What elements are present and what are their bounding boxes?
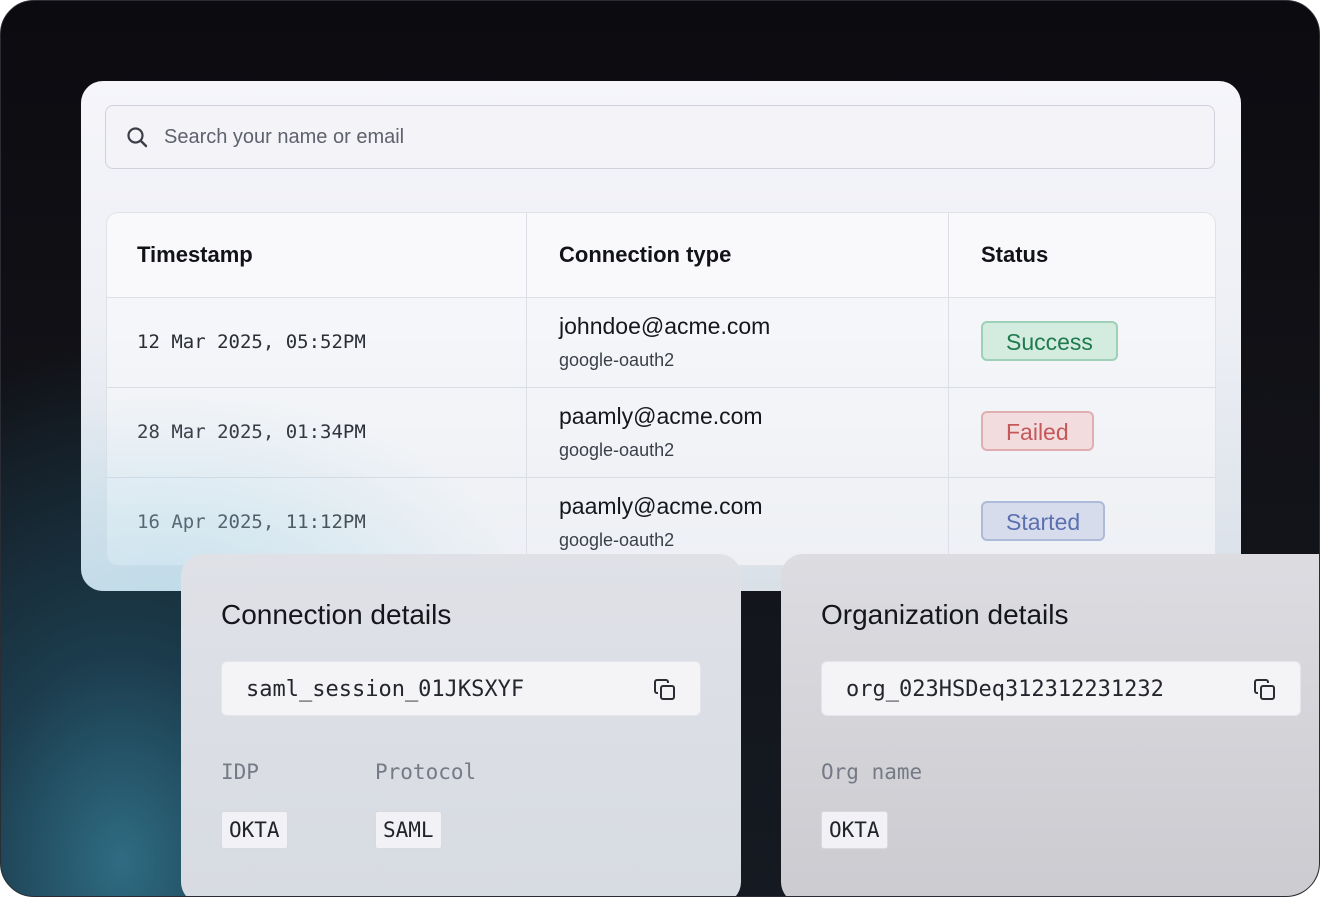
column-header-status[interactable]: Status xyxy=(981,213,1048,297)
idp-value: OKTA xyxy=(221,811,288,849)
org-name-value: OKTA xyxy=(821,811,888,849)
table-row[interactable]: 28 Mar 2025, 01:34PM paamly@acme.com goo… xyxy=(107,387,1215,478)
protocol-value: SAML xyxy=(375,811,442,849)
connection-cell: google-oauth2 xyxy=(559,440,675,460)
email-cell: paamly@acme.com xyxy=(559,403,763,429)
logs-card: Timestamp Connection type Status 12 Mar … xyxy=(81,81,1241,591)
status-badge: Failed xyxy=(981,411,1094,451)
connection-cell: google-oauth2 xyxy=(559,530,675,550)
column-header-timestamp[interactable]: Timestamp xyxy=(137,213,253,297)
timestamp-cell: 16 Apr 2025, 11:12PM xyxy=(137,511,366,533)
organization-details-panel: Organization details org_023HSDeq3123122… xyxy=(781,554,1319,896)
panel-title: Organization details xyxy=(821,599,1069,630)
column-divider xyxy=(948,213,949,565)
panel-title: Connection details xyxy=(221,599,452,630)
table-header: Timestamp Connection type Status xyxy=(107,213,1215,298)
app-frame: Timestamp Connection type Status 12 Mar … xyxy=(0,0,1320,897)
status-badge: Success xyxy=(981,321,1118,361)
field-label: Protocol xyxy=(375,760,477,784)
email-cell: paamly@acme.com xyxy=(559,493,763,519)
column-divider xyxy=(526,213,527,565)
org-id-field: org_023HSDeq312312231232 xyxy=(821,661,1301,716)
table-row[interactable]: 16 Apr 2025, 11:12PM paamly@acme.com goo… xyxy=(107,477,1215,565)
table-row[interactable]: 12 Mar 2025, 05:52PM johndoe@acme.com go… xyxy=(107,297,1215,388)
field-label: IDP xyxy=(221,760,259,784)
column-header-connection-type[interactable]: Connection type xyxy=(559,213,731,297)
session-id-value: saml_session_01JKSXYF xyxy=(246,677,525,702)
connection-cell: google-oauth2 xyxy=(559,350,675,370)
logs-table: Timestamp Connection type Status 12 Mar … xyxy=(106,212,1216,566)
search-bar[interactable] xyxy=(105,105,1215,169)
search-icon xyxy=(126,126,148,148)
timestamp-cell: 12 Mar 2025, 05:52PM xyxy=(137,331,366,353)
field-label: Org name xyxy=(821,760,923,784)
email-cell: johndoe@acme.com xyxy=(559,313,771,339)
connection-details-panel: Connection details saml_session_01JKSXYF… xyxy=(181,554,741,896)
copy-icon[interactable] xyxy=(1252,677,1278,703)
copy-icon[interactable] xyxy=(652,677,678,703)
session-id-field: saml_session_01JKSXYF xyxy=(221,661,701,716)
status-badge: Started xyxy=(981,501,1106,541)
timestamp-cell: 28 Mar 2025, 01:34PM xyxy=(137,421,366,443)
search-input[interactable] xyxy=(162,124,1066,150)
org-id-value: org_023HSDeq312312231232 xyxy=(846,677,1164,702)
